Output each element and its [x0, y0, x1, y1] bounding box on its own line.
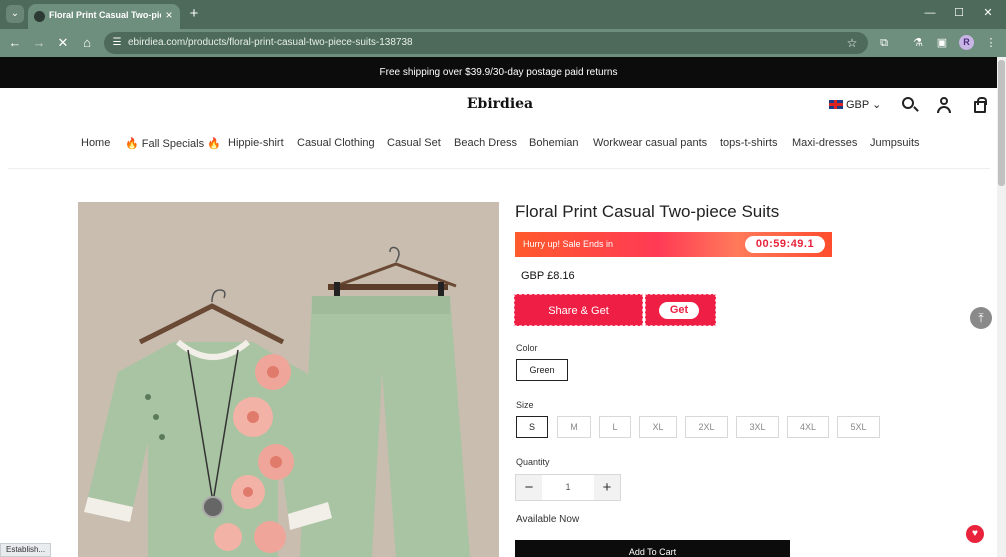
tab-favicon-icon	[34, 11, 45, 22]
bookmark-star-icon[interactable]: ☆	[844, 35, 860, 51]
home-icon[interactable]: ⌂	[78, 34, 96, 52]
color-label: Color	[516, 343, 538, 353]
back-to-top-arrow-icon[interactable]: ⤒	[970, 307, 992, 329]
browser-status-text: Establish...	[0, 543, 52, 557]
nav-item-workwear-casual-pants[interactable]: Workwear casual pants	[593, 137, 707, 149]
tab-search-chevron-icon[interactable]: ⌄	[6, 5, 24, 23]
announcement-bar: Free shipping over $39.9/30-day postage …	[0, 57, 997, 88]
new-tab-plus-icon[interactable]: +	[186, 5, 202, 23]
nav-item-casual-clothing[interactable]: Casual Clothing	[297, 137, 375, 149]
nav-item-hippie-shirt[interactable]: Hippie-shirt	[228, 137, 284, 149]
cart-bag-icon[interactable]	[971, 96, 989, 114]
nav-item-jumpsuits[interactable]: Jumpsuits	[870, 137, 920, 149]
labs-flask-icon[interactable]: ⚗	[909, 34, 927, 52]
address-bar[interactable]: ☰ ebirdiea.com/products/floral-print-cas…	[104, 32, 868, 54]
browser-tab[interactable]: Floral Print Casual Two-piece S ×	[28, 4, 180, 29]
nav-item-casual-set[interactable]: Casual Set	[387, 137, 441, 149]
quantity-minus-icon[interactable]: −	[516, 475, 542, 500]
nav-item-home[interactable]: Home	[81, 137, 110, 149]
get-button[interactable]: Get	[659, 302, 699, 319]
header-divider	[8, 168, 990, 169]
size-option-s[interactable]: S	[516, 416, 548, 438]
nav-item-bohemian[interactable]: Bohemian	[529, 137, 579, 149]
window-close-icon[interactable]: ✕	[978, 5, 998, 21]
site-logo[interactable]: Ebirdiea	[440, 96, 560, 112]
scrollbar-thumb[interactable]	[998, 60, 1005, 186]
currency-label: GBP	[846, 99, 870, 111]
maximize-icon[interactable]: ☐	[949, 5, 969, 21]
browser-tab-bar: ⌄ Floral Print Casual Two-piece S × + — …	[0, 0, 1006, 29]
chevron-down-icon: ⌄	[872, 99, 882, 111]
color-option-green[interactable]: Green	[516, 359, 568, 381]
currency-selector[interactable]: GBP ⌄	[829, 98, 881, 111]
uk-flag-icon	[829, 100, 843, 109]
size-option-m[interactable]: M	[557, 416, 591, 438]
size-label: Size	[516, 400, 534, 410]
sale-text: Hurry up! Sale Ends in	[523, 239, 614, 249]
size-option-xl[interactable]: XL	[639, 416, 677, 438]
browser-toolbar: ← → ✕ ⌂ ☰ ebirdiea.com/products/floral-p…	[0, 29, 1006, 57]
size-option-4xl[interactable]: 4XL	[787, 416, 829, 438]
account-icon[interactable]	[935, 96, 953, 114]
site-info-icon[interactable]: ☰	[110, 36, 124, 50]
quantity-label: Quantity	[516, 457, 550, 467]
product-title: Floral Print Casual Two-piece Suits	[515, 202, 780, 221]
tab-close-icon[interactable]: ×	[162, 8, 176, 22]
share-and-get-button[interactable]: Share & Get	[514, 294, 643, 326]
product-image[interactable]	[78, 202, 499, 557]
nav-item-fall-specials[interactable]: 🔥 Fall Specials 🔥	[125, 137, 221, 150]
nav-item-beach-dress[interactable]: Beach Dress	[454, 137, 517, 149]
countdown-timer: 00:59:49.1	[745, 236, 825, 253]
category-nav: Home 🔥 Fall Specials 🔥 Hippie-shirt Casu…	[0, 137, 997, 155]
get-coupon-area[interactable]: Get	[645, 294, 716, 326]
sale-countdown-banner: Hurry up! Sale Ends in 00:59:49.1	[515, 232, 832, 257]
quantity-input[interactable]: 1	[542, 475, 594, 500]
quantity-stepper: − 1 +	[515, 474, 621, 501]
size-option-5xl[interactable]: 5XL	[837, 416, 880, 438]
gift-floating-icon[interactable]: ♥	[966, 525, 984, 543]
back-arrow-icon[interactable]: ←	[6, 34, 24, 52]
product-price: GBP £8.16	[521, 270, 575, 282]
quantity-plus-icon[interactable]: +	[594, 475, 620, 500]
url-text: ebirdiea.com/products/floral-print-casua…	[128, 37, 413, 48]
nav-item-maxi-dresses[interactable]: Maxi-dresses	[792, 137, 857, 149]
availability-status: Available Now	[516, 514, 580, 525]
nav-item-tops-t-shirts[interactable]: tops-t-shirts	[720, 137, 777, 149]
search-icon[interactable]	[900, 96, 918, 114]
extensions-icon[interactable]: ⧉	[875, 34, 893, 52]
size-option-l[interactable]: L	[599, 416, 631, 438]
profile-avatar[interactable]: R	[959, 35, 974, 50]
size-option-2xl[interactable]: 2XL	[685, 416, 728, 438]
tab-title: Floral Print Casual Two-piece S	[49, 10, 161, 20]
menu-kebab-icon[interactable]: ⋮	[982, 34, 1000, 52]
size-option-3xl[interactable]: 3XL	[736, 416, 779, 438]
stop-loading-icon[interactable]: ✕	[54, 34, 72, 52]
forward-arrow-icon[interactable]: →	[30, 34, 48, 52]
side-panel-icon[interactable]: ▣	[933, 34, 951, 52]
minimize-icon[interactable]: —	[920, 5, 940, 21]
add-to-cart-button[interactable]: Add To Cart	[515, 540, 790, 557]
share-and-get-coupon: Share & Get Get	[514, 294, 716, 326]
